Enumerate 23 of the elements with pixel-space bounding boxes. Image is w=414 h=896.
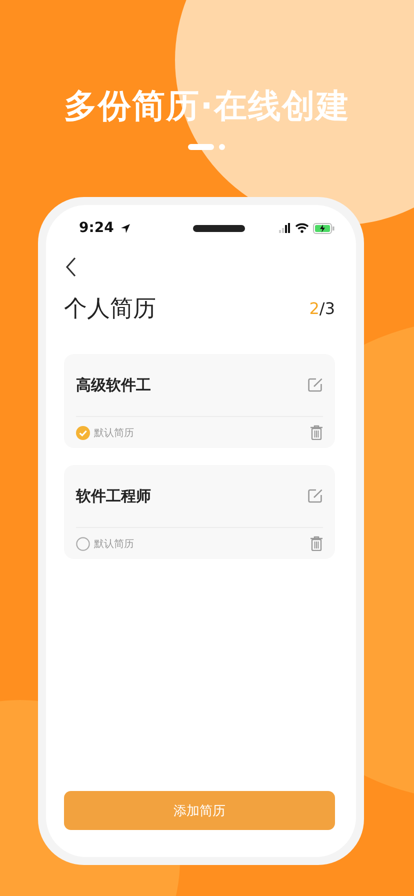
default-radio[interactable] [76,426,90,440]
default-resume-label: 默认简历 [94,538,134,550]
battery-charging-icon [313,222,335,234]
edit-icon[interactable] [308,489,323,503]
trash-icon[interactable] [310,536,323,551]
default-resume-label: 默认简历 [94,426,134,440]
resume-title: 高级软件工 [76,376,151,394]
status-time: 9:24 [79,220,114,236]
location-arrow-icon [120,222,131,234]
back-button[interactable] [65,257,77,277]
resume-title: 软件工程师 [76,486,151,506]
trash-icon[interactable] [310,425,323,440]
dash-decoration-icon [188,144,226,150]
counter-total: /3 [319,299,335,318]
signal-icon [279,223,291,233]
counter-current: 2 [309,299,320,318]
speaker-notch [192,224,245,232]
wifi-icon [295,223,309,233]
resume-card[interactable]: 软件工程师 默认简历 [64,465,335,559]
edit-icon[interactable] [308,378,323,392]
default-radio[interactable] [76,536,90,550]
page-title: 个人简历 [64,295,156,324]
resume-card[interactable]: 高级软件工 默认简历 [64,354,335,448]
